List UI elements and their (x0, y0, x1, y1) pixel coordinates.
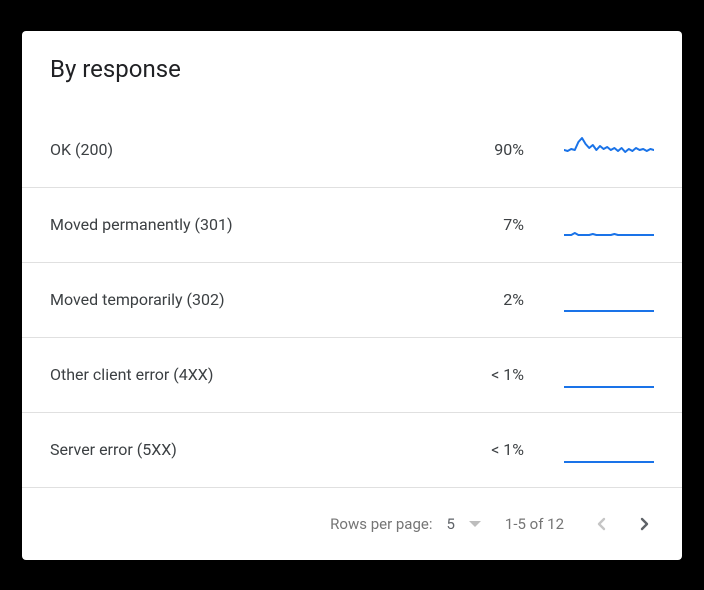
response-rows: OK (200) 90% Moved permanently (301) 7% … (22, 113, 682, 488)
chevron-right-icon (637, 517, 651, 531)
pagination-range: 1-5 of 12 (505, 515, 564, 533)
response-percent: 2% (444, 290, 524, 309)
response-label: Other client error (4XX) (50, 365, 444, 384)
chevron-down-icon (469, 521, 481, 527)
table-row[interactable]: Server error (5XX) < 1% (22, 413, 682, 488)
sparkline (564, 361, 654, 389)
response-percent: < 1% (444, 440, 524, 459)
sparkline (564, 436, 654, 464)
response-label: Moved permanently (301) (50, 215, 444, 234)
table-row[interactable]: Moved permanently (301) 7% (22, 188, 682, 263)
card-title: By response (22, 31, 682, 93)
next-page-button[interactable] (630, 510, 658, 538)
prev-page-button[interactable] (588, 510, 616, 538)
rows-per-page-label: Rows per page: (330, 515, 432, 533)
response-percent: 90% (444, 140, 524, 159)
rows-per-page[interactable]: Rows per page: 5 (330, 515, 481, 533)
table-row[interactable]: OK (200) 90% (22, 113, 682, 188)
response-breakdown-card: By response OK (200) 90% Moved permanent… (22, 31, 682, 560)
chevron-left-icon (595, 517, 609, 531)
response-label: Moved temporarily (302) (50, 290, 444, 309)
response-label: Server error (5XX) (50, 440, 444, 459)
table-row[interactable]: Other client error (4XX) < 1% (22, 338, 682, 413)
response-percent: 7% (444, 215, 524, 234)
response-percent: < 1% (444, 365, 524, 384)
response-label: OK (200) (50, 140, 444, 159)
sparkline (564, 286, 654, 314)
sparkline (564, 136, 654, 164)
sparkline (564, 211, 654, 239)
rows-per-page-value: 5 (446, 515, 454, 533)
table-pagination: Rows per page: 5 1-5 of 12 (22, 488, 682, 560)
table-row[interactable]: Moved temporarily (302) 2% (22, 263, 682, 338)
